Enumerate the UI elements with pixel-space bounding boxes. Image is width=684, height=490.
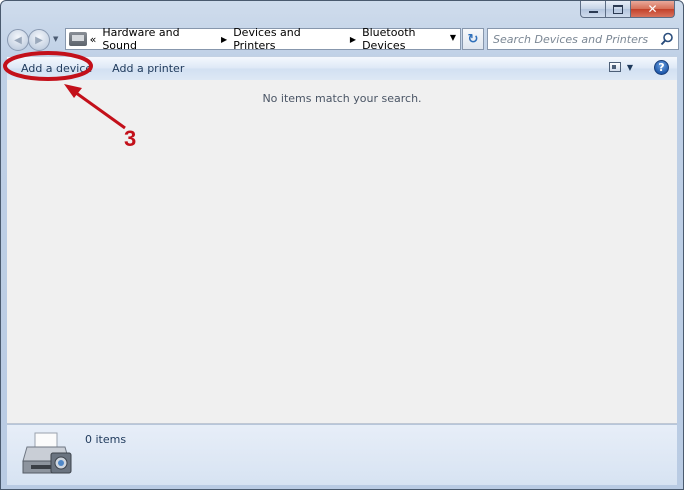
back-button[interactable]: ◀ [7, 29, 29, 51]
chevron-right-icon[interactable]: ▶ [221, 35, 227, 44]
maximize-icon [613, 4, 623, 14]
refresh-icon: ↻ [467, 31, 479, 47]
recent-pages-dropdown[interactable]: ▼ [53, 35, 58, 43]
view-icon [608, 62, 621, 72]
command-bar: Add a device Add a printer ▼ ? [7, 56, 677, 81]
minimize-icon [588, 11, 598, 13]
breadcrumb-overflow[interactable]: « [90, 33, 97, 46]
search-input[interactable]: Search Devices and Printers [493, 33, 648, 46]
chevron-right-icon[interactable]: ▶ [350, 35, 356, 44]
close-button[interactable]: ✕ [631, 1, 675, 18]
add-device-button[interactable]: Add a device [7, 62, 102, 75]
refresh-button[interactable]: ↻ [462, 28, 484, 50]
printer-icon [22, 432, 72, 474]
navigation-bar: ◀ ▶ ▼ « Hardware and Sound ▶ Devices and… [7, 26, 679, 52]
annotation-step-number: 3 [124, 126, 137, 151]
empty-message: No items match your search. [262, 92, 422, 105]
help-icon: ? [658, 61, 665, 74]
explorer-window: ✕ ◀ ▶ ▼ « Hardware and Sound ▶ Devices a… [0, 0, 684, 490]
help-button[interactable]: ? [654, 60, 669, 75]
maximize-button[interactable] [606, 1, 631, 18]
address-dropdown-icon[interactable]: ▼ [450, 33, 456, 42]
breadcrumb-item-devices[interactable]: Devices and Printers [233, 26, 344, 52]
device-list-area[interactable]: No items match your search. [7, 80, 677, 424]
caption-buttons: ✕ [580, 1, 675, 18]
search-icon[interactable] [660, 32, 674, 46]
add-printer-button[interactable]: Add a printer [102, 62, 194, 75]
search-box[interactable]: Search Devices and Printers [487, 28, 679, 50]
change-view-button[interactable]: ▼ [608, 62, 633, 72]
forward-button[interactable]: ▶ [28, 29, 50, 51]
arrow-left-icon: ◀ [14, 34, 22, 46]
breadcrumb-item-bluetooth[interactable]: Bluetooth Devices [362, 26, 460, 52]
close-icon: ✕ [647, 2, 658, 16]
details-pane: 0 items [7, 424, 677, 485]
devices-folder-icon [69, 32, 87, 46]
minimize-button[interactable] [580, 1, 606, 18]
chevron-down-icon[interactable]: ▼ [627, 63, 633, 72]
breadcrumb-item-hardware[interactable]: Hardware and Sound [102, 26, 215, 52]
address-bar[interactable]: « Hardware and Sound ▶ Devices and Print… [65, 26, 461, 52]
arrow-right-icon: ▶ [35, 34, 43, 46]
item-count: 0 items [85, 433, 127, 446]
